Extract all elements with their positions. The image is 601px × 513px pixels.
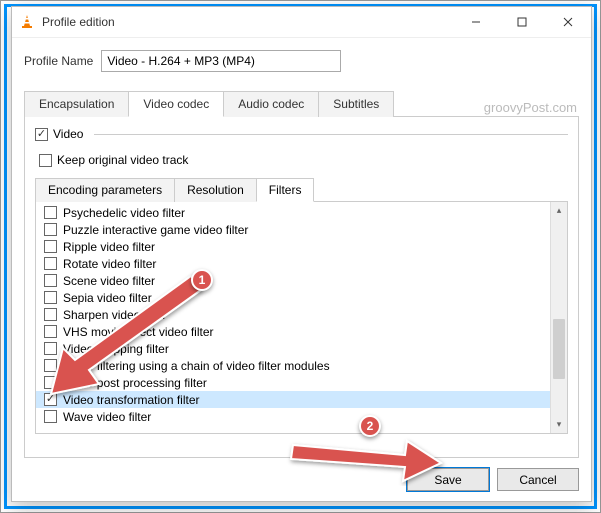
window-title: Profile edition [42,15,453,29]
filter-label: Video cropping filter [63,342,169,356]
window-controls [453,7,591,38]
minimize-button[interactable] [453,7,499,38]
video-group-header: Video [35,127,568,141]
filter-checkbox[interactable] [44,308,57,321]
filter-item-wave[interactable]: Wave video filter [36,408,550,425]
filter-item-transformation[interactable]: Video transformation filter [36,391,550,408]
scroll-track[interactable] [551,219,567,416]
filter-label: Scene video filter [63,274,155,288]
filter-label: Sepia video filter [63,291,152,305]
scroll-thumb[interactable] [553,319,565,379]
filter-checkbox[interactable] [44,342,57,355]
profile-name-input[interactable] [101,50,341,72]
filters-list: Psychedelic video filter Puzzle interact… [36,202,550,433]
scroll-up-button[interactable]: ▴ [551,202,567,219]
filter-item-chain[interactable]: Video filtering using a chain of video f… [36,357,550,374]
filter-item-scene[interactable]: Scene video filter [36,272,550,289]
filter-checkbox[interactable] [44,206,57,219]
filter-label: Video post processing filter [63,376,207,390]
filter-checkbox[interactable] [44,240,57,253]
scroll-down-button[interactable]: ▾ [551,416,567,433]
filter-item-rotate[interactable]: Rotate video filter [36,255,550,272]
filter-item-sepia[interactable]: Sepia video filter [36,289,550,306]
filter-checkbox[interactable] [44,291,57,304]
group-divider [94,134,568,135]
tab-video-codec[interactable]: Video codec [128,91,224,117]
filter-item-vhs[interactable]: VHS movie effect video filter [36,323,550,340]
filter-item-psychedelic[interactable]: Psychedelic video filter [36,204,550,221]
subtab-filters[interactable]: Filters [256,178,315,202]
filter-item-puzzle[interactable]: Puzzle interactive game video filter [36,221,550,238]
filter-checkbox[interactable] [44,325,57,338]
titlebar: Profile edition [12,7,591,38]
vlc-icon [12,14,42,30]
maximize-button[interactable] [499,7,545,38]
subtab-encoding-parameters[interactable]: Encoding parameters [35,178,175,202]
tab-audio-codec[interactable]: Audio codec [223,91,319,117]
filter-label: Sharpen video filter [63,308,166,322]
filter-checkbox[interactable] [44,274,57,287]
keep-original-row: Keep original video track [39,153,568,167]
filter-label: Psychedelic video filter [63,206,185,220]
sub-tabs: Encoding parameters Resolution Filters [35,177,568,202]
filter-checkbox[interactable] [44,410,57,423]
filter-checkbox[interactable] [44,393,57,406]
dialog-window: Profile edition Profile Name groovyPost.… [11,6,592,502]
profile-name-row: Profile Name [24,50,579,72]
tab-subtitles[interactable]: Subtitles [318,91,394,117]
filter-checkbox[interactable] [44,359,57,372]
keep-original-checkbox[interactable] [39,154,52,167]
filter-label: VHS movie effect video filter [63,325,214,339]
keep-original-label: Keep original video track [57,153,188,167]
cancel-button[interactable]: Cancel [497,468,579,491]
screenshot-frame: Profile edition Profile Name groovyPost.… [0,0,601,513]
filter-checkbox[interactable] [44,376,57,389]
filter-item-postprocessing[interactable]: Video post processing filter [36,374,550,391]
tab-encapsulation[interactable]: Encapsulation [24,91,129,117]
dialog-button-bar: Save Cancel [24,468,579,491]
filter-checkbox[interactable] [44,223,57,236]
video-checkbox[interactable] [35,128,48,141]
filters-pane: Psychedelic video filter Puzzle interact… [35,202,568,434]
filter-label: Video filtering using a chain of video f… [63,359,330,373]
save-button[interactable]: Save [407,468,489,491]
filter-item-cropping[interactable]: Video cropping filter [36,340,550,357]
profile-name-label: Profile Name [24,54,93,68]
filters-scrollbar[interactable]: ▴ ▾ [550,202,567,433]
dialog-content: Profile Name groovyPost.com Encapsulatio… [12,38,591,501]
filter-label: Ripple video filter [63,240,155,254]
video-codec-tab-body: Video Keep original video track Encoding… [24,117,579,458]
filter-item-sharpen[interactable]: Sharpen video filter [36,306,550,323]
filter-label: Puzzle interactive game video filter [63,223,248,237]
video-group-label: Video [53,127,83,141]
filter-label: Video transformation filter [63,393,200,407]
close-button[interactable] [545,7,591,38]
watermark: groovyPost.com [484,100,577,115]
subtab-resolution[interactable]: Resolution [174,178,257,202]
filter-checkbox[interactable] [44,257,57,270]
filter-item-ripple[interactable]: Ripple video filter [36,238,550,255]
filter-label: Rotate video filter [63,257,156,271]
filter-label: Wave video filter [63,410,151,424]
